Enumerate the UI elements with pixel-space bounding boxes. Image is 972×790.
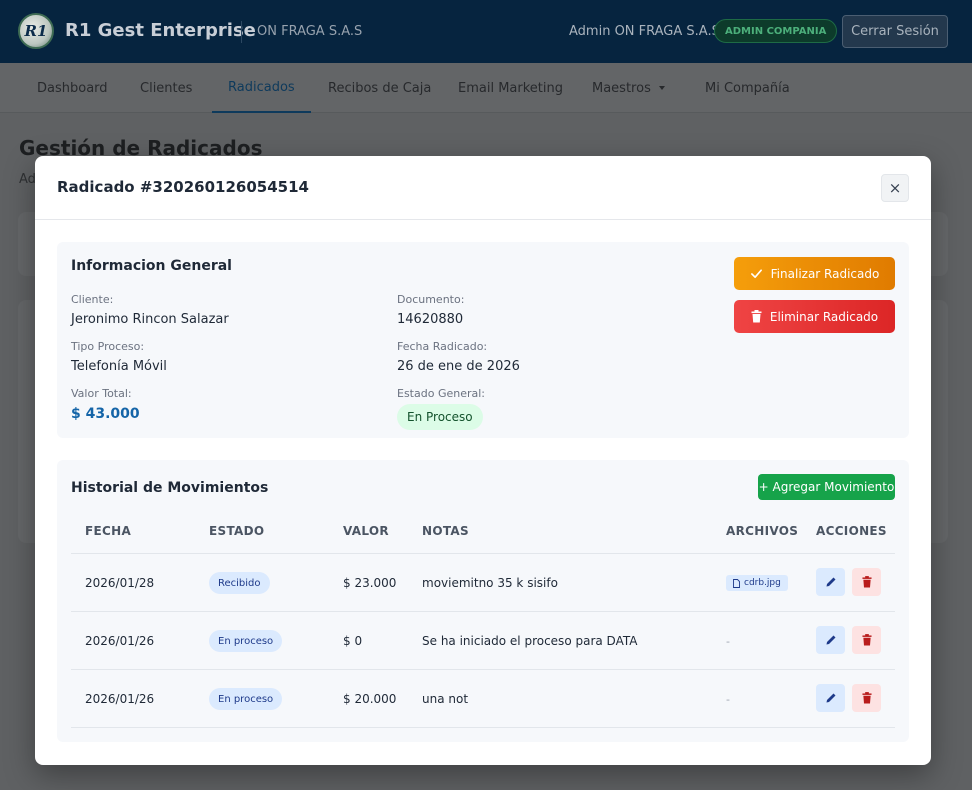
estado-badge: Recibido	[209, 572, 270, 594]
trash-icon	[861, 576, 872, 588]
valor-cell: $ 20.000	[343, 692, 397, 706]
col-header-estado: ESTADO	[209, 524, 265, 538]
page-subtitle: Ad	[19, 172, 36, 187]
valor-total-value: $ 43.000	[71, 406, 140, 422]
tipo-proceso-value: Telefonía Móvil	[71, 359, 167, 374]
file-icon	[733, 578, 740, 588]
nav-label: Maestros	[592, 80, 651, 96]
archivos-cell: -	[726, 670, 730, 728]
nav-label: Recibos de Caja	[328, 80, 432, 96]
estado-general-badge: En Proceso	[397, 404, 483, 430]
estado-general-label: Estado General:	[397, 387, 485, 400]
check-icon	[750, 269, 762, 279]
cliente-value: Jeronimo Rincon Salazar	[71, 312, 229, 327]
delete-radicado-button[interactable]: Eliminar Radicado	[734, 300, 895, 333]
nav-label: Radicados	[228, 79, 295, 95]
no-file: -	[726, 692, 730, 706]
col-header-valor: VALOR	[343, 524, 389, 538]
delete-label: Eliminar Radicado	[769, 309, 879, 324]
nav-label: Dashboard	[37, 80, 108, 96]
archivos-cell: -	[726, 612, 730, 670]
finalize-label: Finalizar Radicado	[770, 266, 880, 281]
notas-cell: Se ha iniciado el proceso para DATA	[422, 634, 638, 648]
trash-icon	[861, 634, 872, 646]
nav-clientes[interactable]: Clientes	[140, 63, 192, 113]
nav-label: Mi Compañía	[705, 80, 790, 96]
cliente-label: Cliente:	[71, 293, 114, 306]
archivos-cell: cdrb.jpg	[726, 554, 788, 612]
valor-cell: $ 0	[343, 634, 363, 648]
main-nav: Dashboard Clientes Radicados Recibos de …	[0, 63, 972, 113]
documento-value: 14620880	[397, 312, 464, 327]
close-icon: ×	[888, 179, 902, 197]
delete-button[interactable]	[852, 684, 881, 712]
nav-maestros[interactable]: Maestros	[592, 63, 665, 113]
modal-title: Radicado #320260126054514	[57, 178, 309, 196]
trash-icon	[861, 692, 872, 704]
user-name: Admin ON FRAGA S.A.S	[569, 24, 720, 39]
edit-button[interactable]	[816, 626, 845, 654]
pencil-icon	[826, 693, 835, 703]
fecha-cell: 2026/01/26	[85, 692, 155, 706]
history-card: Historial de Movimientos + Agregar Movim…	[57, 460, 909, 742]
nav-label: Clientes	[140, 80, 193, 96]
estado-cell: Recibido	[209, 554, 270, 612]
logo: R1	[18, 13, 54, 49]
fecha-radicado-label: Fecha Radicado:	[397, 340, 488, 353]
documento-label: Documento:	[397, 293, 465, 306]
nav-dashboard[interactable]: Dashboard	[37, 63, 108, 113]
nav-recibos-de-caja[interactable]: Recibos de Caja	[328, 63, 431, 113]
valor-total-label: Valor Total:	[71, 387, 132, 400]
nav-email-marketing[interactable]: Email Marketing	[458, 63, 563, 113]
top-header: R1 R1 Gest Enterprise ON FRAGA S.A.S Adm…	[0, 0, 972, 63]
radicado-modal: Radicado #320260126054514 × Informacion …	[35, 156, 931, 765]
general-info-card: Informacion General Cliente: Jeronimo Ri…	[57, 242, 909, 438]
estado-cell: En proceso	[209, 670, 283, 728]
estado-badge: En proceso	[209, 630, 283, 652]
company-name: ON FRAGA S.A.S	[257, 24, 363, 39]
col-header-archivos: ARCHIVOS	[726, 524, 799, 538]
notas-cell: una not	[422, 692, 469, 706]
add-movement-button[interactable]: + Agregar Movimiento	[758, 474, 895, 500]
pencil-icon	[826, 577, 835, 587]
file-link[interactable]: cdrb.jpg	[726, 575, 788, 591]
no-file: -	[726, 634, 730, 648]
file-name: cdrb.jpg	[744, 578, 781, 588]
nav-label: Email Marketing	[458, 80, 563, 96]
close-button[interactable]: ×	[881, 174, 909, 202]
nav-mi-compania[interactable]: Mi Compañía	[705, 63, 790, 113]
edit-button[interactable]	[816, 568, 845, 596]
table-row: 2026/01/28 Recibido $ 23.000 moviemitno …	[71, 554, 895, 612]
modal-header: Radicado #320260126054514 ×	[35, 156, 931, 220]
col-header-fecha: FECHA	[85, 524, 132, 538]
table-row: 2026/01/26 En proceso $ 0 Se ha iniciado…	[71, 612, 895, 670]
tipo-proceso-label: Tipo Proceso:	[71, 340, 145, 353]
finalize-button[interactable]: Finalizar Radicado	[734, 257, 895, 290]
chevron-down-icon	[658, 86, 665, 90]
estado-cell: En proceso	[209, 612, 283, 670]
fecha-radicado-value: 26 de ene de 2026	[397, 359, 520, 374]
pencil-icon	[826, 635, 835, 645]
brand-name: R1 Gest Enterprise	[65, 20, 256, 41]
table-row: 2026/01/26 En proceso $ 20.000 una not -	[71, 670, 895, 728]
fecha-cell: 2026/01/26	[85, 634, 155, 648]
fecha-cell: 2026/01/28	[85, 576, 155, 590]
valor-cell: $ 23.000	[343, 576, 397, 590]
delete-button[interactable]	[852, 626, 881, 654]
role-badge: ADMIN COMPANIA	[714, 19, 838, 43]
col-header-notas: NOTAS	[422, 524, 469, 538]
delete-button[interactable]	[852, 568, 881, 596]
col-header-acciones: ACCIONES	[816, 524, 887, 538]
general-info-title: Informacion General	[71, 258, 232, 274]
edit-button[interactable]	[816, 684, 845, 712]
history-title: Historial de Movimientos	[71, 480, 269, 496]
estado-badge: En proceso	[209, 688, 283, 710]
trash-icon	[751, 310, 762, 323]
notas-cell: moviemitno 35 k sisifo	[422, 576, 558, 590]
nav-radicados[interactable]: Radicados	[212, 63, 311, 113]
brand-divider	[241, 21, 242, 43]
logout-button[interactable]: Cerrar Sesión	[842, 15, 948, 48]
